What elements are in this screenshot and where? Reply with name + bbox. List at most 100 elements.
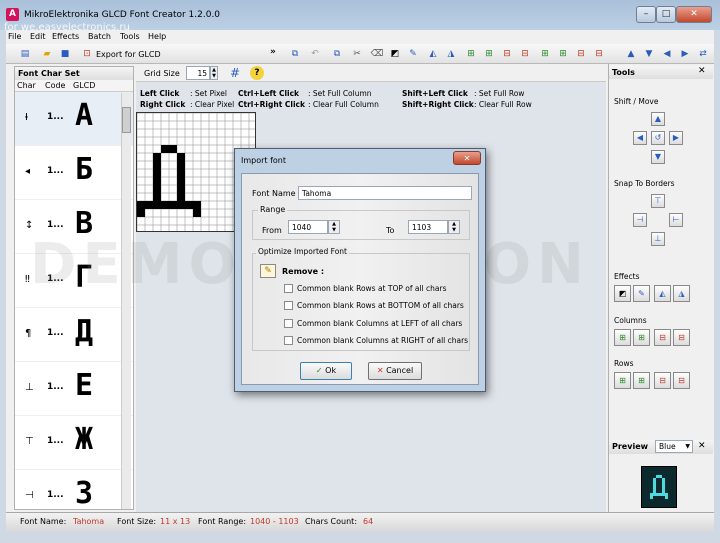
minimize-button[interactable]: – [636, 6, 656, 23]
invert-icon[interactable]: ◩ [388, 47, 402, 61]
char-row[interactable]: ¶ 1... Д [15, 308, 133, 362]
col-delete-left-button[interactable]: ⊟ [654, 329, 671, 346]
preview-color-select[interactable]: Blue ▼ [655, 440, 693, 453]
char-row[interactable]: ◂ 1... Б [15, 146, 133, 200]
grid-size-spinner[interactable]: ▲ ▼ [210, 66, 218, 80]
undo-icon[interactable]: ↶ [308, 47, 322, 61]
scroll-thumb[interactable] [122, 107, 131, 133]
font-name-label: Font Name [252, 189, 296, 198]
toolbar-more-icon[interactable]: ⇄ [696, 47, 710, 61]
menu-edit[interactable]: Edit [30, 32, 46, 41]
option-checkbox[interactable] [284, 336, 293, 345]
menu-help[interactable]: Help [148, 32, 166, 41]
cut-icon[interactable]: ✂ [350, 47, 364, 61]
eraser-icon[interactable]: ⌫ [370, 47, 384, 61]
option-label[interactable]: Common blank Rows at TOP of all chars [297, 284, 447, 293]
ok-label: Ok [325, 366, 337, 375]
delete-col-left-icon[interactable]: ⊟ [500, 47, 514, 61]
export-glcd-button[interactable]: Export for GLCD [96, 50, 161, 59]
mirror-v-icon[interactable]: ◮ [444, 47, 458, 61]
insert-row-bottom-icon[interactable]: ⊞ [556, 47, 570, 61]
menu-tools[interactable]: Tools [120, 32, 140, 41]
snap-left-button[interactable]: ⊣ [633, 213, 647, 227]
row-delete-bottom-button[interactable]: ⊟ [673, 372, 690, 389]
row-insert-top-button[interactable]: ⊞ [614, 372, 631, 389]
from-input[interactable]: 1040 [288, 220, 328, 234]
option-checkbox[interactable] [284, 319, 293, 328]
col-delete-right-button[interactable]: ⊟ [673, 329, 690, 346]
delete-row-bottom-icon[interactable]: ⊟ [592, 47, 606, 61]
row-delete-top-button[interactable]: ⊟ [654, 372, 671, 389]
delete-row-top-icon[interactable]: ⊟ [574, 47, 588, 61]
char-list-scrollbar[interactable] [121, 93, 131, 509]
maximize-button[interactable]: □ [656, 6, 676, 23]
shift-left-icon[interactable]: ◀ [660, 47, 674, 61]
preview-close-icon[interactable]: ✕ [698, 441, 706, 451]
option-checkbox[interactable] [284, 284, 293, 293]
dialog-close-button[interactable]: ✕ [453, 151, 481, 165]
open-folder-icon[interactable]: ▰ [40, 47, 54, 61]
char-row[interactable]: ⊣ 1... З [15, 470, 133, 508]
shift-rotate-button[interactable]: ↺ [651, 131, 665, 145]
option-label[interactable]: Common blank Rows at BOTTOM of all chars [297, 301, 464, 310]
col-insert-left-button[interactable]: ⊞ [614, 329, 631, 346]
col-header-code[interactable]: Code [45, 81, 65, 90]
snap-right-button[interactable]: ⊢ [669, 213, 683, 227]
insert-row-top-icon[interactable]: ⊞ [538, 47, 552, 61]
font-name-input[interactable]: Tahoma [298, 186, 472, 200]
char-row[interactable]: Ɨ 1... А [15, 92, 133, 146]
grid-size-input[interactable]: 15 [186, 66, 210, 80]
to-input[interactable]: 1103 [408, 220, 448, 234]
delete-col-right-icon[interactable]: ⊟ [518, 47, 532, 61]
snap-top-button[interactable]: ⊤ [651, 194, 665, 208]
insert-col-left-icon[interactable]: ⊞ [464, 47, 478, 61]
tools-close-icon[interactable]: ✕ [698, 66, 706, 76]
shift-down-icon[interactable]: ▼ [642, 47, 656, 61]
shift-up-button[interactable]: ▲ [651, 112, 665, 126]
mirror-h-icon[interactable]: ◭ [426, 47, 440, 61]
snap-bottom-button[interactable]: ⊥ [651, 232, 665, 246]
effect-brush-button[interactable]: ✎ [633, 285, 650, 302]
shift-right-button[interactable]: ▶ [669, 131, 683, 145]
shift-up-icon[interactable]: ▲ [624, 47, 638, 61]
duplicate-icon[interactable]: ⧉ [330, 47, 344, 61]
dialog-body: Font Name Tahoma Range From 1040 ▲ ▼ To 1… [241, 173, 479, 385]
shift-left-button[interactable]: ◀ [633, 131, 647, 145]
brush-icon[interactable]: ✎ [406, 47, 420, 61]
effect-invert-button[interactable]: ◩ [614, 285, 631, 302]
cancel-button[interactable]: ✕ Cancel [368, 362, 422, 380]
ok-button[interactable]: ✓ Ok [300, 362, 352, 380]
shift-right-icon[interactable]: ▶ [678, 47, 692, 61]
effect-mirror-v-button[interactable]: ◮ [673, 285, 690, 302]
from-spinner[interactable]: ▲ ▼ [328, 220, 340, 234]
menu-batch[interactable]: Batch [88, 32, 111, 41]
option-checkbox[interactable] [284, 301, 293, 310]
toolbar-overflow[interactable]: » [270, 47, 276, 57]
col-header-glcd[interactable]: GLCD [73, 81, 95, 90]
char-row[interactable]: ⊥ 1... Е [15, 362, 133, 416]
effect-mirror-h-button[interactable]: ◭ [654, 285, 671, 302]
menu-effects[interactable]: Effects [52, 32, 79, 41]
char-glyph: Ɨ [25, 112, 28, 123]
export-icon[interactable]: ⊡ [80, 47, 94, 61]
menu-file[interactable]: File [8, 32, 21, 41]
shift-down-button[interactable]: ▼ [651, 150, 665, 164]
col-insert-right-button[interactable]: ⊞ [633, 329, 650, 346]
new-file-icon[interactable]: ▤ [18, 47, 32, 61]
char-glyph: ⊤ [25, 436, 34, 447]
help-key: Ctrl+Left Click [238, 89, 300, 98]
char-row[interactable]: ⊤ 1... Ж [15, 416, 133, 470]
grid-toggle-icon[interactable]: # [228, 66, 242, 80]
close-button[interactable]: ✕ [676, 6, 712, 23]
insert-col-right-icon[interactable]: ⊞ [482, 47, 496, 61]
help-icon[interactable]: ? [250, 66, 264, 80]
to-spinner[interactable]: ▲ ▼ [448, 220, 460, 234]
save-icon[interactable]: ■ [58, 47, 72, 61]
remove-label: Remove : [282, 267, 325, 276]
col-header-char[interactable]: Char [17, 81, 36, 90]
option-label[interactable]: Common blank Columns at RIGHT of all cha… [297, 336, 468, 345]
copy-font-icon[interactable]: ⧉ [288, 47, 302, 61]
row-insert-bottom-button[interactable]: ⊞ [633, 372, 650, 389]
option-label[interactable]: Common blank Columns at LEFT of all char… [297, 319, 462, 328]
remove-toggle-icon[interactable]: ✎ [260, 264, 276, 278]
